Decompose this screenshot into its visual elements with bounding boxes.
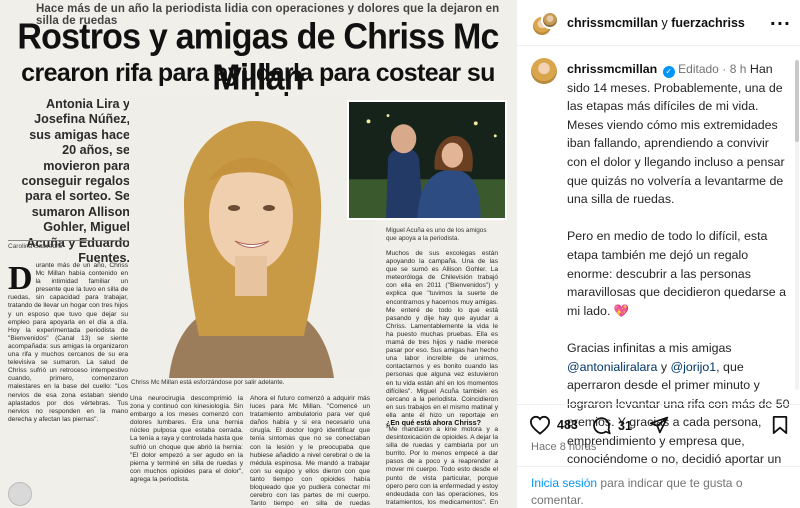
caption-scrollbar[interactable] — [795, 60, 799, 390]
action-bar: 483 31 — [517, 404, 800, 444]
caption-text: Pero en medio de todo lo difícil, esta e… — [567, 229, 787, 318]
caption-text: Gracias infinitas a mis amigas — [567, 340, 732, 355]
caption-text: Han sido 14 meses. Probablemente, una de… — [567, 62, 785, 207]
main-portrait-photo — [129, 96, 372, 378]
send-icon — [649, 416, 669, 434]
article-column-4-continued: "Me mandaron a kine motora y a desintoxi… — [386, 426, 498, 506]
article-column-4: Muchos de sus excolegas están apoyando l… — [386, 250, 498, 418]
login-link[interactable]: Inicia sesión — [531, 476, 597, 490]
article-column-3: Ahora el futuro comenzó a adquirir más l… — [250, 395, 370, 508]
post-timestamp[interactable]: Hace 8 horas — [531, 441, 596, 453]
caption-text: y — [660, 359, 668, 374]
newspaper-clipping-image: Hace más de un año la periodista lidia c… — [0, 0, 516, 508]
caption-first-paragraph: chrissmcmillan ✓ Editado · 8 h Han sido … — [567, 62, 785, 207]
heart-icon — [529, 415, 551, 435]
caption-paragraph-2: Pero en medio de todo lo difícil, esta e… — [567, 227, 792, 320]
comment-button[interactable]: 31 — [591, 415, 632, 436]
scrollbar-thumb[interactable] — [795, 60, 799, 142]
more-options-icon[interactable]: ··· — [770, 14, 791, 33]
login-prompt-text: Inicia sesión para indicar que te gusta … — [531, 475, 793, 508]
verified-badge-icon: ✓ — [662, 66, 675, 78]
mention-link[interactable]: @antonialiralara — [567, 360, 657, 374]
collab-avatars[interactable] — [531, 11, 559, 37]
comment-icon — [593, 417, 611, 435]
edited-label: Editado — [678, 62, 719, 76]
share-button[interactable] — [649, 415, 669, 435]
drop-cap: D — [8, 260, 33, 297]
post-header: chrissmcmillan y fuerzachriss ··· — [517, 0, 800, 46]
heart-emoji-icon: 💖 — [613, 303, 630, 318]
instagram-post-panel: chrissmcmillan y fuerzachriss ··· chriss… — [516, 0, 800, 508]
post-age: 8 h — [729, 62, 747, 76]
secondary-photo-caption: Miguel Acuña es uno de los amigos que ap… — [386, 227, 487, 242]
login-prompt: Inicia sesión para indicar que te gusta … — [517, 466, 800, 508]
author-avatar[interactable] — [531, 58, 557, 84]
like-button[interactable]: 483 — [529, 415, 578, 435]
main-photo-caption: Chriss Mc Millan está esforzándose por s… — [131, 379, 285, 386]
article-byline: Carolina Saavedra — [8, 240, 128, 250]
bookmark-icon — [772, 416, 788, 434]
avatar-placeholder-icon — [8, 482, 32, 506]
username-link[interactable]: fuerzachriss — [671, 16, 745, 30]
caption-username-link[interactable]: chrissmcmillan — [567, 62, 657, 76]
save-button[interactable] — [771, 415, 789, 440]
like-count: 483 — [557, 418, 578, 432]
article-column-2: Una neurocirugía descomprimió la zona y … — [130, 395, 243, 483]
collab-usernames: chrissmcmillan y fuerzachriss — [567, 16, 745, 30]
username-link[interactable]: chrissmcmillan — [567, 16, 658, 30]
mention-link[interactable]: @jorijo1 — [671, 360, 717, 374]
article-column-1: D urante más de un año, Chriss Mc Millan… — [8, 262, 128, 424]
joiner-text: y — [661, 16, 668, 30]
avatar — [541, 11, 559, 29]
secondary-photo — [347, 100, 507, 220]
comment-count: 31 — [618, 418, 632, 433]
